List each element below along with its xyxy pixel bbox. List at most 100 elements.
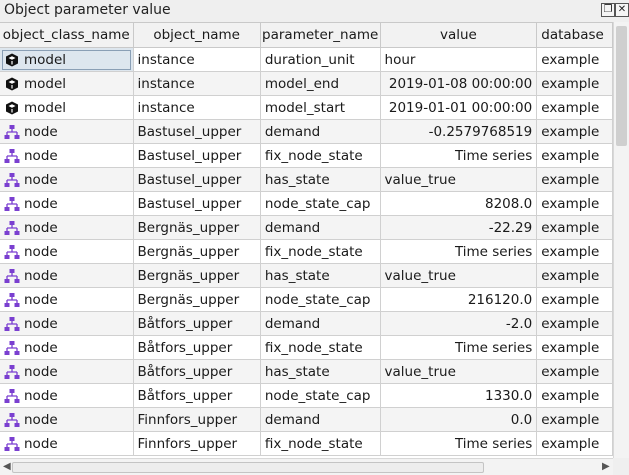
cell-parameter-name[interactable]: duration_unit [260,47,381,72]
cell-value[interactable]: Time series [380,143,538,168]
cell-database[interactable]: example [536,191,613,216]
cell-object-class-name[interactable]: node [0,263,134,288]
cell-object-class-name[interactable]: node [0,431,134,456]
cell-object-name[interactable]: Båtfors_upper [133,383,261,408]
cell-database[interactable]: example [536,71,613,96]
table-row[interactable]: node Bergnäs_upper demand -22.29 example [0,215,613,240]
cell-parameter-name[interactable]: demand [260,311,381,336]
table-row[interactable]: node Finnfors_upper fix_node_state Time ser… [0,431,613,456]
cell-database[interactable]: example [536,431,613,456]
cell-object-class-name[interactable]: node [0,407,134,432]
cell-object-class-name[interactable]: node [0,311,134,336]
cell-parameter-name[interactable]: node_state_cap [260,383,381,408]
cell-database[interactable]: example [536,215,613,240]
table-row[interactable]: node Bergnäs_upper has_state value_true exam… [0,263,613,288]
cell-parameter-name[interactable]: model_end [260,71,381,96]
cell-parameter-name[interactable]: demand [260,119,381,144]
cell-object-name[interactable]: Båtfors_upper [133,335,261,360]
horizontal-scrollbar[interactable]: ◀ ▶ [0,458,613,475]
cell-parameter-name[interactable]: fix_node_state [260,335,381,360]
cell-value[interactable]: Time series [380,239,538,264]
cell-parameter-name[interactable]: fix_node_state [260,239,381,264]
column-header-value[interactable]: value [380,23,538,48]
cell-parameter-name[interactable]: fix_node_state [260,143,381,168]
cell-object-name[interactable]: Bastusel_upper [133,119,261,144]
cell-database[interactable]: example [536,263,613,288]
cell-database[interactable]: example [536,47,613,72]
cell-object-class-name[interactable]: model [0,71,134,96]
table-row[interactable]: node Bastusel_upper fix_node_state Time ser… [0,143,613,168]
cell-parameter-name[interactable]: model_start [260,95,381,120]
cell-database[interactable]: example [536,119,613,144]
cell-value[interactable]: -22.29 [380,215,538,240]
cell-object-name[interactable]: Bergnäs_upper [133,239,261,264]
table-row[interactable]: node Bergnäs_upper node_state_cap 216120.0 e… [0,287,613,312]
cell-value[interactable]: -0.2579768519 [380,119,538,144]
cell-object-class-name[interactable]: node [0,335,134,360]
cell-object-class-name[interactable]: model [0,95,134,120]
table-row[interactable]: model instance duration_unit hour example [0,47,613,72]
cell-value[interactable]: 216120.0 [380,287,538,312]
cell-parameter-name[interactable]: has_state [260,359,381,384]
cell-database[interactable]: example [536,311,613,336]
table-row[interactable]: node Båtfors_upper has_state value_true exam… [0,359,613,384]
cell-value[interactable]: Time series [380,431,538,456]
cell-value[interactable]: 2019-01-01 00:00:00 [380,95,538,120]
vertical-scrollbar[interactable] [613,22,629,459]
table-row[interactable]: node Bastusel_upper has_state value_true exa… [0,167,613,192]
scroll-left-icon[interactable]: ◀ [3,461,11,472]
parameter-table[interactable]: object_class_name object_name parameter_… [0,22,613,459]
cell-value[interactable]: 0.0 [380,407,538,432]
scroll-right-icon[interactable]: ▶ [602,461,610,472]
table-row[interactable]: model instance model_start 2019-01-01 00:00… [0,95,613,120]
cell-value[interactable]: -2.0 [380,311,538,336]
cell-database[interactable]: example [536,167,613,192]
cell-object-class-name[interactable]: node [0,143,134,168]
cell-parameter-name[interactable]: demand [260,407,381,432]
cell-database[interactable]: example [536,143,613,168]
cell-database[interactable]: example [536,407,613,432]
vertical-scroll-thumb[interactable] [616,26,627,146]
cell-database[interactable]: example [536,95,613,120]
cell-object-class-name[interactable]: node [0,119,134,144]
cell-object-class-name[interactable]: node [0,191,134,216]
cell-object-class-name[interactable]: node [0,383,134,408]
float-icon[interactable]: ❐ [601,3,615,17]
cell-object-name[interactable]: Bergnäs_upper [133,215,261,240]
cell-database[interactable]: example [536,287,613,312]
cell-object-name[interactable]: instance [133,47,261,72]
cell-object-class-name[interactable]: model [0,47,134,72]
column-header-database[interactable]: database [536,23,613,48]
table-row[interactable]: node Bergnäs_upper fix_node_state Time seri… [0,239,613,264]
cell-value[interactable]: value_true [380,359,538,384]
cell-object-name[interactable]: Finnfors_upper [133,431,261,456]
cell-parameter-name[interactable]: node_state_cap [260,191,381,216]
horizontal-scroll-thumb[interactable] [12,462,484,473]
cell-parameter-name[interactable]: has_state [260,263,381,288]
cell-value[interactable]: 1330.0 [380,383,538,408]
table-row[interactable]: model instance model_end 2019-01-08 00:00:0… [0,71,613,96]
cell-object-name[interactable]: Bergnäs_upper [133,263,261,288]
table-row[interactable]: node Bastusel_upper demand -0.2579768519 exa… [0,119,613,144]
cell-value[interactable]: 2019-01-08 00:00:00 [380,71,538,96]
cell-object-class-name[interactable]: node [0,239,134,264]
column-header-object-class-name[interactable]: object_class_name [0,23,134,48]
cell-value[interactable]: 8208.0 [380,191,538,216]
column-header-object-name[interactable]: object_name [133,23,261,48]
cell-parameter-name[interactable]: fix_node_state [260,431,381,456]
cell-object-class-name[interactable]: node [0,167,134,192]
cell-value[interactable]: hour [380,47,538,72]
cell-value[interactable]: value_true [380,167,538,192]
cell-object-name[interactable]: instance [133,95,261,120]
cell-database[interactable]: example [536,239,613,264]
cell-object-name[interactable]: Finnfors_upper [133,407,261,432]
cell-value[interactable]: value_true [380,263,538,288]
table-row[interactable]: node Båtfors_upper fix_node_state Time seri… [0,335,613,360]
cell-object-name[interactable]: Bastusel_upper [133,143,261,168]
cell-database[interactable]: example [536,383,613,408]
cell-parameter-name[interactable]: demand [260,215,381,240]
dock-title-bar[interactable]: Object parameter value ❐ ✕ [0,0,629,21]
cell-object-class-name[interactable]: node [0,359,134,384]
cell-object-name[interactable]: Båtfors_upper [133,311,261,336]
cell-object-class-name[interactable]: node [0,215,134,240]
